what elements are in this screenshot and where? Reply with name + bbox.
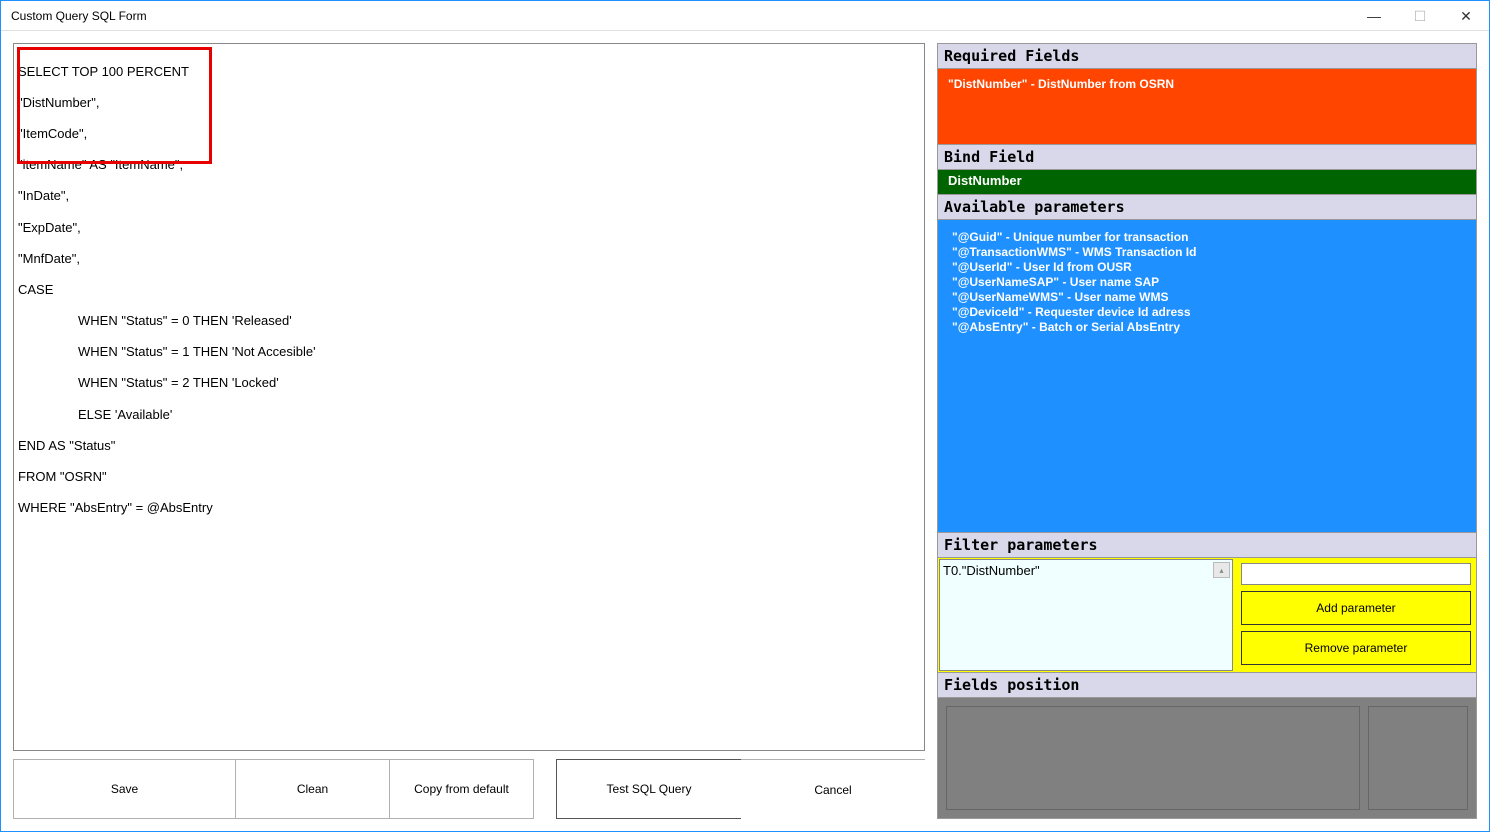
fields-position-header: Fields position: [938, 672, 1476, 698]
cancel-button[interactable]: Cancel: [741, 759, 925, 819]
required-field-item: "DistNumber" - DistNumber from OSRN: [948, 77, 1466, 91]
sql-line: "ExpDate",: [18, 220, 920, 236]
titlebar: Custom Query SQL Form — ☐ ✕: [1, 1, 1489, 31]
save-button[interactable]: Save: [13, 759, 236, 819]
sql-line: WHEN "Status" = 2 THEN 'Locked': [78, 375, 920, 391]
window-controls: — ☐ ✕: [1351, 1, 1489, 31]
sql-line: WHEN "Status" = 0 THEN 'Released': [78, 313, 920, 329]
minimize-button[interactable]: —: [1351, 1, 1397, 31]
sql-line: WHERE "AbsEntry" = @AbsEntry: [18, 500, 920, 516]
filter-controls: Add parameter Remove parameter: [1237, 559, 1475, 671]
sql-line: "MnfDate",: [18, 251, 920, 267]
button-row: Save Clean Copy from default Test SQL Qu…: [13, 759, 925, 819]
sql-line: ELSE 'Available': [78, 407, 920, 423]
sql-line: "DistNumber",: [18, 95, 920, 111]
filter-section: T0."DistNumber" ▴ Add parameter Remove p…: [938, 558, 1476, 672]
fields-position-box: [938, 698, 1476, 818]
test-sql-query-button[interactable]: Test SQL Query: [556, 759, 742, 819]
sql-line: WHEN "Status" = 1 THEN 'Not Accesible': [78, 344, 920, 360]
bind-field-header: Bind Field: [938, 144, 1476, 170]
maximize-button[interactable]: ☐: [1397, 1, 1443, 31]
param-item: "@UserNameSAP" - User name SAP: [952, 275, 1462, 290]
filter-textarea[interactable]: T0."DistNumber" ▴: [939, 559, 1233, 671]
param-item: "@Guid" - Unique number for transaction: [952, 230, 1462, 245]
available-parameters-box: "@Guid" - Unique number for transaction …: [938, 220, 1476, 532]
copy-from-default-button[interactable]: Copy from default: [389, 759, 534, 819]
sql-editor[interactable]: SELECT TOP 100 PERCENT "DistNumber", "It…: [13, 43, 925, 751]
window-title: Custom Query SQL Form: [11, 9, 147, 23]
param-item: "@AbsEntry" - Batch or Serial AbsEntry: [952, 320, 1462, 335]
filter-input[interactable]: [1241, 563, 1471, 585]
param-item: "@UserId" - User Id from OUSR: [952, 260, 1462, 275]
param-item: "@UserNameWMS" - User name WMS: [952, 290, 1462, 305]
main-container: SELECT TOP 100 PERCENT "DistNumber", "It…: [1, 31, 1489, 831]
clean-button[interactable]: Clean: [235, 759, 390, 819]
right-panel: Required Fields "DistNumber" - DistNumbe…: [937, 43, 1477, 819]
bind-field-value: DistNumber: [948, 173, 1022, 188]
fields-position-column-left[interactable]: [946, 706, 1360, 810]
available-parameters-header: Available parameters: [938, 194, 1476, 220]
close-button[interactable]: ✕: [1443, 1, 1489, 31]
sql-line: SELECT TOP 100 PERCENT: [18, 64, 920, 80]
fields-position-column-right[interactable]: [1368, 706, 1468, 810]
remove-parameter-button[interactable]: Remove parameter: [1241, 631, 1471, 665]
sql-line: END AS "Status": [18, 438, 920, 454]
scroll-up-icon[interactable]: ▴: [1213, 562, 1230, 578]
sql-line: "InDate",: [18, 188, 920, 204]
sql-line: CASE: [18, 282, 920, 298]
bind-field-box: DistNumber: [938, 170, 1476, 194]
left-panel: SELECT TOP 100 PERCENT "DistNumber", "It…: [13, 43, 925, 819]
sql-line: "ItemCode",: [18, 126, 920, 142]
required-fields-box: "DistNumber" - DistNumber from OSRN: [938, 69, 1476, 144]
filter-text: T0."DistNumber": [943, 563, 1040, 578]
filter-parameters-header: Filter parameters: [938, 532, 1476, 558]
sql-line: FROM "OSRN": [18, 469, 920, 485]
add-parameter-button[interactable]: Add parameter: [1241, 591, 1471, 625]
required-fields-header: Required Fields: [938, 44, 1476, 69]
sql-line: "itemName" AS "ItemName",: [18, 157, 920, 173]
param-item: "@TransactionWMS" - WMS Transaction Id: [952, 245, 1462, 260]
param-item: "@DeviceId" - Requester device Id adress: [952, 305, 1462, 320]
